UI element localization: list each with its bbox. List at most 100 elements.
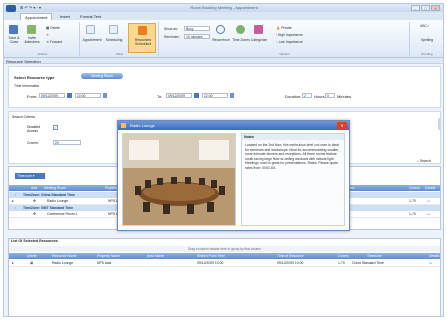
save-close-icon [9, 25, 18, 34]
delete-button[interactable]: ▦ Delete [46, 26, 60, 30]
show-as-select[interactable]: Busy [184, 26, 210, 31]
col-resource-name[interactable]: Resource Name [52, 253, 77, 259]
add-icon[interactable]: ✥ [33, 211, 36, 218]
to-time-input[interactable]: 12:00 [202, 93, 228, 98]
to-date-input[interactable]: 09/12/2009 [166, 93, 192, 98]
close-window-button[interactable]: × [431, 5, 440, 11]
group-label-actions: Actions [37, 52, 48, 56]
chevron-down-icon: ▾ [32, 174, 35, 178]
spelling-button[interactable]: Spelling [415, 38, 439, 42]
search-criteria-title: Search Criteria [12, 115, 35, 119]
title-bar: ⊞ ↶ ↷ ▾ · ▾ Room Booking Meeting - Appoi… [4, 4, 443, 12]
notes-title: Notes [242, 134, 344, 140]
to-time-spinner-icon[interactable] [230, 93, 234, 98]
room-details-dialog: Radio Lounge ✕ Notes Located on the 2nd … [117, 120, 350, 231]
resource-selection-title: Resource Selection [6, 59, 41, 64]
group-label-proofing: Proofing [421, 52, 433, 56]
duration-minutes-input[interactable]: 0 [325, 93, 335, 98]
appointment-icon [86, 25, 95, 34]
quick-access-toolbar[interactable]: ⊞ ↶ ↷ ▾ · ▾ [20, 5, 41, 11]
private-button[interactable]: 🔒 Private [276, 26, 292, 30]
delete-icon: ✕ [46, 33, 49, 37]
duration-hours-input[interactable]: 2 [302, 93, 312, 98]
group-label-show: Show [115, 52, 124, 56]
col-search-from[interactable]: Search From Time [197, 253, 225, 259]
details-icon[interactable]: ▭ [429, 260, 432, 267]
show-as-label: Show as: [164, 27, 178, 31]
abc-icon: ABC✓ [420, 24, 430, 28]
add-icon[interactable]: ✥ [33, 198, 36, 205]
col-property[interactable]: Property [105, 185, 118, 191]
tab-appointment[interactable]: Appointment [20, 13, 53, 20]
resources-scheduled-button[interactable]: Resources Scheduled [128, 23, 156, 53]
to-calendar-picker-icon[interactable] [194, 93, 199, 98]
calendar-picker-icon[interactable] [67, 93, 72, 98]
appointment-view-button[interactable]: Appointment [81, 38, 103, 42]
col-covers[interactable]: Covers [338, 253, 349, 259]
col-property-name[interactable]: Property Name [97, 253, 120, 259]
time-zones-icon [236, 25, 245, 34]
scrollbar[interactable] [438, 118, 441, 130]
reminder-select[interactable]: 15 minutes [184, 34, 210, 39]
invite-attendees-icon [27, 25, 36, 34]
from-time-input[interactable]: 10:00 [75, 93, 101, 98]
dialog-close-button[interactable]: ✕ [337, 122, 347, 129]
row-indicator-icon: ▸ [12, 199, 14, 203]
selected-resources-list: List Of Selected Resources: Drag a colum… [8, 238, 441, 316]
save-close-button[interactable]: Save & Close [7, 36, 21, 44]
group-drop-area[interactable]: Drag a column header here to group by th… [9, 246, 440, 252]
table-row[interactable]: ▸ ▣ Radio Lounge NPS Asia 09/12/2009 10:… [9, 260, 440, 267]
low-importance-button[interactable]: ↓ Low Importance [276, 40, 303, 44]
col-details[interactable]: Details [425, 185, 435, 191]
tab-format-text[interactable]: Format Text [76, 13, 105, 20]
disabled-access-checkbox[interactable]: ✓ [53, 125, 58, 130]
row-covers: 1-70 [409, 212, 416, 216]
window-title: Room Booking Meeting - Appointment [190, 5, 258, 10]
invite-attendees-button[interactable]: Invite Attendees [22, 36, 42, 44]
minimize-button[interactable]: – [411, 5, 420, 11]
forward-button[interactable]: ➜ Forward [46, 40, 62, 44]
covers-input[interactable]: 20 [53, 140, 81, 145]
hours-label: Hours [314, 94, 325, 99]
resource-type-select[interactable]: Meeting Room [81, 73, 123, 79]
row-at: 09/12/2009 10:00 [277, 261, 304, 265]
scheduling-view-button[interactable]: Scheduling [103, 38, 125, 42]
col-timezone[interactable]: Timezone [367, 253, 382, 259]
row-covers: 1-70 [338, 261, 345, 265]
notes-panel: Notes Located on the 2nd floor, this met… [241, 133, 345, 226]
scheduling-icon [109, 25, 118, 34]
tab-insert[interactable]: Insert [56, 13, 74, 20]
maximize-button[interactable]: □ [421, 5, 430, 11]
time-zones-button[interactable]: Time Zones [232, 38, 250, 42]
delete-row-icon[interactable]: ▣ [30, 260, 33, 267]
delete-x-button[interactable]: ✕ [46, 33, 49, 37]
ribbon: Save & Close Invite Attendees ▦ Delete ✕… [4, 20, 443, 58]
resource-selection-bar: Resource Selection [4, 58, 443, 64]
col-time-at-resource[interactable]: Time at Resource [277, 253, 304, 259]
time-information-label: Time Information [14, 84, 40, 88]
col-meeting-room[interactable]: Meeting Room [44, 185, 66, 191]
col-area-name[interactable]: Area Name [147, 253, 164, 259]
col-delete[interactable]: Delete [27, 253, 37, 259]
from-date-input[interactable]: 09/12/2009 [39, 93, 65, 98]
high-importance-button[interactable]: ! High Importance [276, 33, 303, 37]
details-icon[interactable]: ▭ [427, 211, 430, 218]
col-covers[interactable]: Covers [409, 185, 420, 191]
details-icon[interactable]: ▭ [427, 198, 430, 205]
notes-text: Located on the 2nd floor, this meticulou… [245, 143, 340, 170]
timezone-dropdown[interactable]: Timezone ▾ [15, 173, 45, 179]
group-proofing: ABC✓ Spelling Proofing [411, 22, 443, 56]
duration-label: Duration: [285, 94, 302, 99]
recurrence-button[interactable]: Recurrence [210, 38, 232, 42]
row-property: NPS Asia [97, 261, 112, 265]
categorize-button[interactable]: Categorize [250, 38, 268, 42]
col-details[interactable]: Details [429, 253, 439, 259]
resources-scheduled-label: Resources Scheduled [134, 38, 152, 46]
office-button[interactable] [6, 5, 16, 12]
close-icon: ✕ [340, 123, 344, 128]
row-room: Conference Room 1 [47, 212, 78, 216]
col-add[interactable]: Add [31, 185, 37, 191]
group-actions: Save & Close Invite Attendees ▦ Delete ✕… [6, 22, 80, 56]
search-button[interactable]: ⌕ Search [417, 159, 431, 163]
from-time-spinner-icon[interactable] [103, 93, 107, 98]
